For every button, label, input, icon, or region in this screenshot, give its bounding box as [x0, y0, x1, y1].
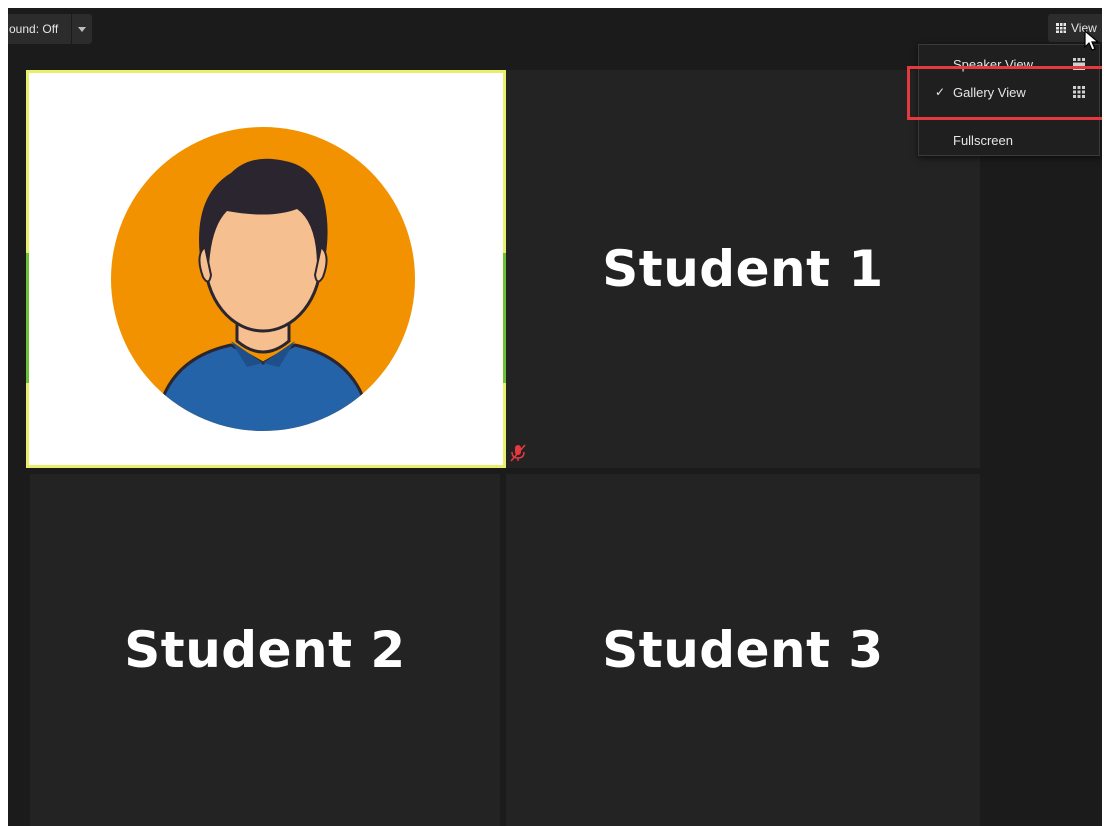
participant-tile-student-3[interactable]: Student 3: [506, 474, 980, 826]
grid-icon: [1073, 86, 1085, 98]
meeting-window: ound: Off Student 1 Student 2 Student 3 …: [8, 8, 1102, 826]
original-sound-button[interactable]: ound: Off: [8, 14, 92, 44]
menu-item-gallery-view[interactable]: ✓ Gallery View: [919, 79, 1099, 105]
avatar: [111, 127, 415, 431]
grid-icon: [1056, 23, 1066, 33]
participant-name: Student 2: [124, 621, 406, 679]
menu-item-fullscreen[interactable]: Fullscreen: [919, 127, 1099, 153]
checkmark-icon: ✓: [934, 85, 945, 99]
menu-item-label[interactable]: Speaker View: [953, 57, 1073, 72]
mouse-cursor-icon: [1084, 30, 1100, 51]
original-sound-label[interactable]: ound: Off: [8, 22, 71, 36]
participant-tile-active-speaker[interactable]: [26, 70, 506, 468]
menu-item-speaker-view[interactable]: Speaker View: [919, 51, 1099, 77]
caret-down-icon[interactable]: [72, 26, 92, 32]
menu-divider: [919, 117, 1099, 118]
view-menu: Speaker View ✓ Gallery View Fullscreen: [918, 44, 1100, 156]
participant-name: Student 1: [602, 240, 884, 298]
grid-icon: [1073, 58, 1085, 70]
speaker-indicator-left: [26, 253, 29, 383]
menu-item-label[interactable]: Gallery View: [953, 85, 1073, 100]
participant-name: Student 3: [602, 621, 884, 679]
participant-tile-student-2[interactable]: Student 2: [30, 474, 500, 826]
muted-microphone-icon: [510, 444, 526, 462]
participant-tile-student-1[interactable]: Student 1: [506, 70, 980, 468]
menu-item-label[interactable]: Fullscreen: [953, 133, 1099, 148]
